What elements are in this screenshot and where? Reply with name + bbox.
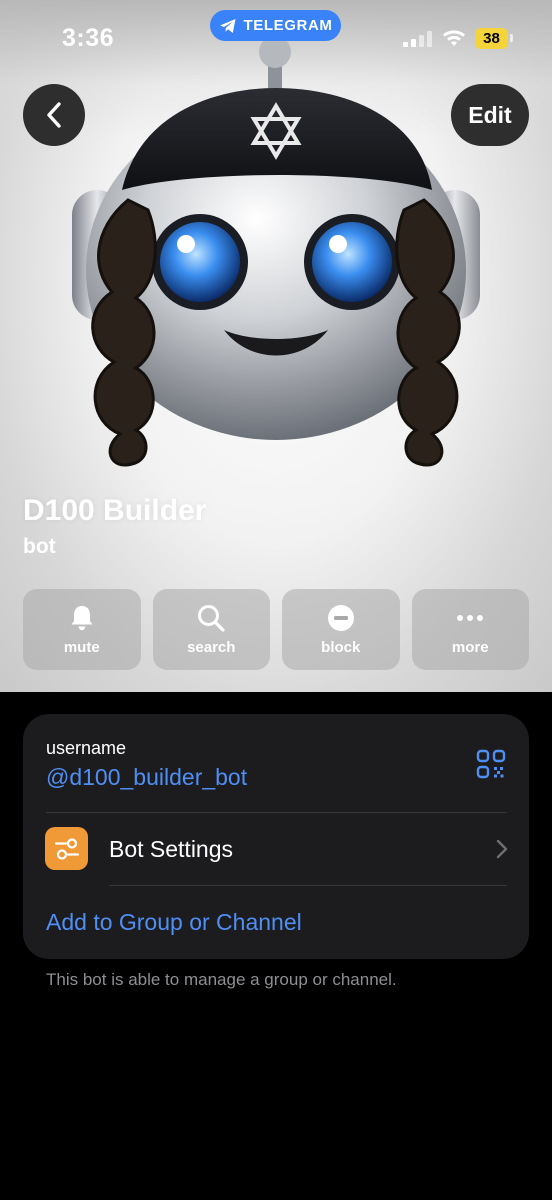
username-value[interactable]: @d100_builder_bot: [46, 764, 247, 791]
search-icon: [198, 605, 225, 632]
search-button[interactable]: search: [152, 589, 270, 670]
telegram-pill[interactable]: TELEGRAM: [210, 10, 341, 41]
telegram-pill-label: TELEGRAM: [243, 17, 333, 34]
block-label: block: [321, 639, 361, 656]
block-button[interactable]: block: [282, 589, 400, 670]
telegram-icon: [219, 18, 236, 33]
add-to-group-button[interactable]: Add to Group or Channel: [46, 909, 302, 936]
bot-settings-label: Bot Settings: [109, 836, 234, 862]
more-label: more: [451, 639, 489, 656]
info-card: username @d100_builder_bot Bot Settings …: [23, 714, 529, 959]
profile-name: D100 Builder: [23, 494, 207, 527]
block-icon: [327, 605, 354, 631]
more-icon: [457, 615, 484, 621]
qr-code-icon[interactable]: [476, 749, 506, 779]
card-divider: [109, 885, 507, 886]
mute-button[interactable]: mute: [23, 589, 141, 670]
battery-indicator: 38: [475, 28, 508, 49]
status-time: 3:36: [62, 24, 115, 52]
profile-subtitle: bot: [23, 535, 56, 558]
bot-settings-row[interactable]: Bot Settings: [23, 813, 529, 885]
chevron-right-icon: [496, 839, 508, 859]
edit-button[interactable]: Edit: [451, 84, 529, 146]
settings-sliders-icon: [45, 827, 88, 870]
back-button[interactable]: [23, 84, 85, 146]
action-bar: mute search block more: [23, 589, 529, 670]
chevron-left-icon: [47, 102, 61, 128]
wifi-icon: [443, 30, 465, 46]
search-label: search: [187, 639, 236, 656]
bot-avatar-image: [72, 36, 480, 467]
mute-label: mute: [63, 639, 100, 656]
more-button[interactable]: more: [411, 589, 529, 670]
signal-icon: [403, 31, 432, 47]
bot-description-note: This bot is able to manage a group or ch…: [46, 970, 397, 989]
battery-tip: [510, 34, 513, 42]
username-label: username: [46, 738, 127, 758]
bell-icon: [71, 606, 93, 631]
